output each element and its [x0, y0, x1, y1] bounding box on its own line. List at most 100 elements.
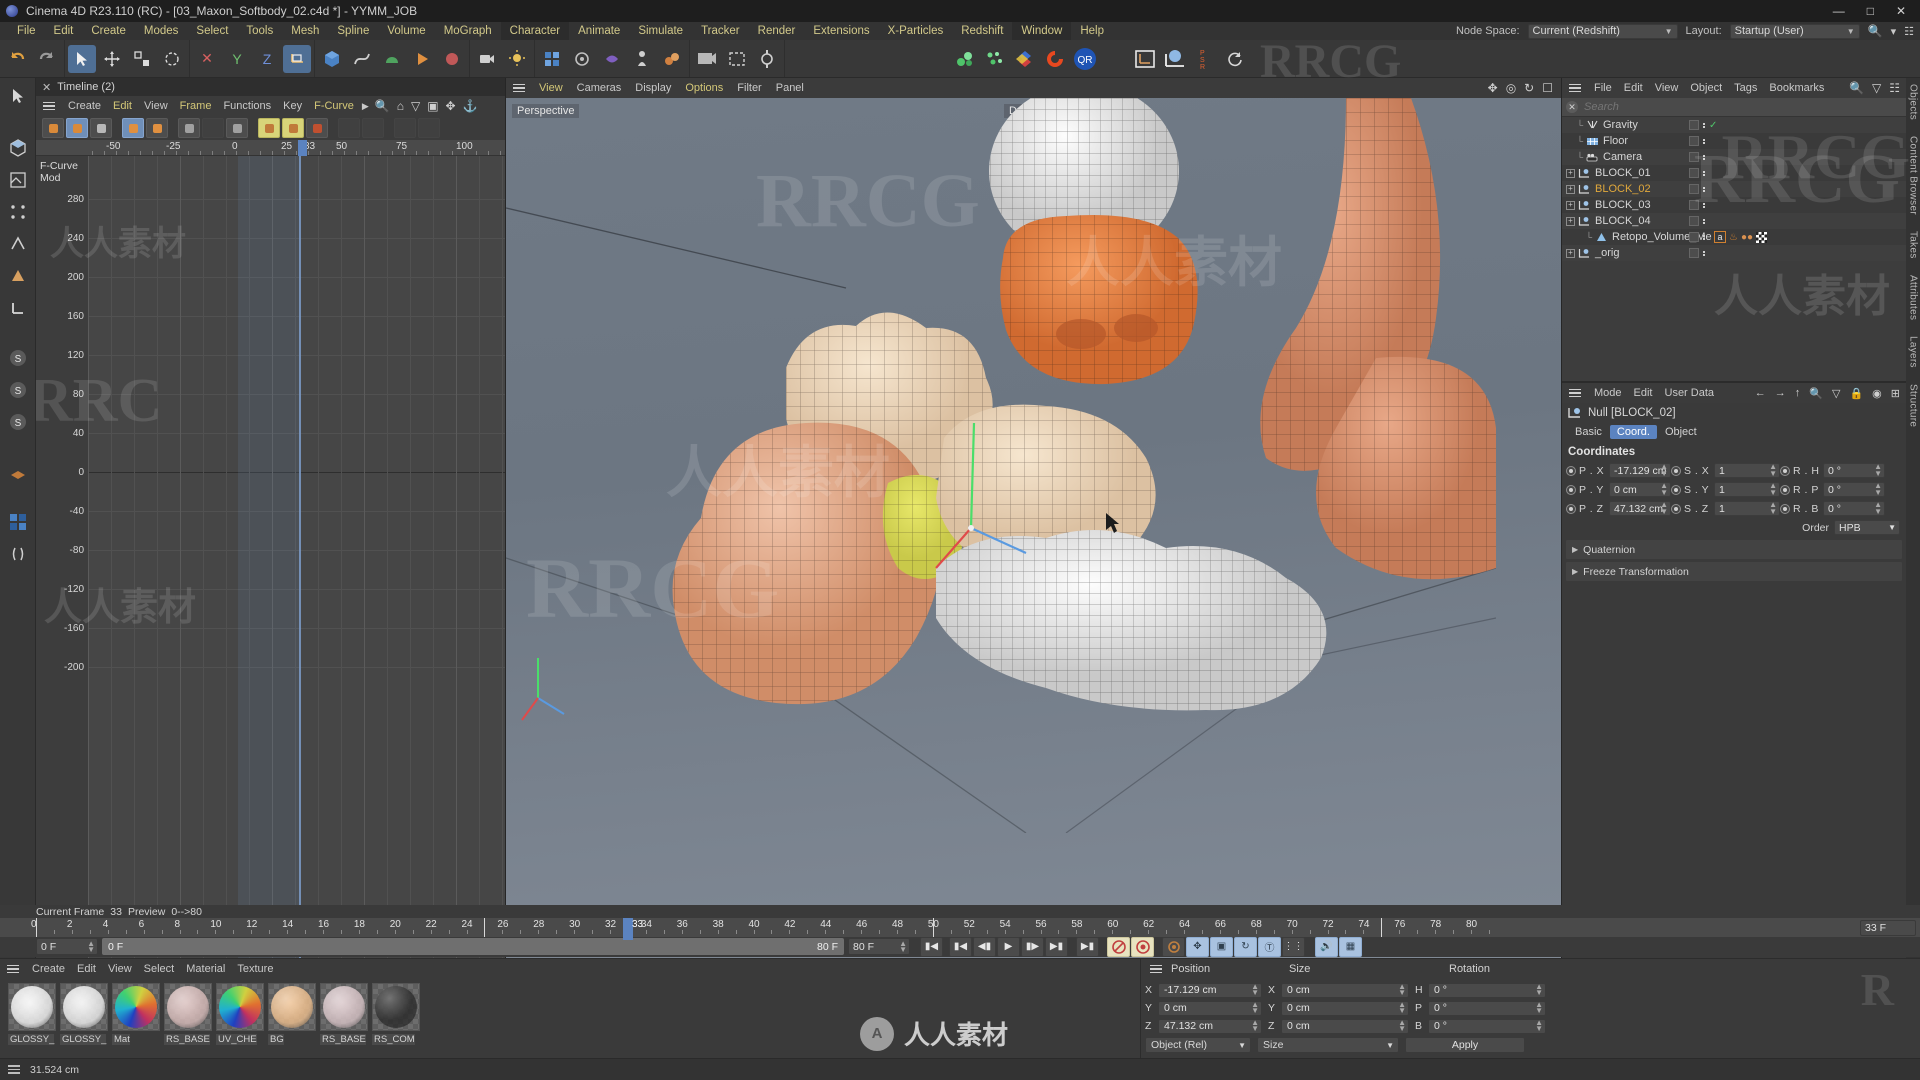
scale-radio[interactable] — [1671, 484, 1681, 495]
object-row[interactable]: + _orig — [1562, 245, 1906, 261]
menu-item-edit[interactable]: Edit — [45, 22, 83, 40]
effector-icon[interactable] — [568, 45, 596, 73]
filter-icon[interactable]: ▽ — [1832, 387, 1840, 400]
tag-slot[interactable] — [1689, 232, 1699, 242]
hamburger-icon[interactable] — [40, 101, 58, 111]
material-thumbnail[interactable] — [8, 983, 56, 1031]
timeline-menu-frame[interactable]: Frame — [174, 96, 218, 116]
object-visibility-dots[interactable]: ✓ — [1689, 120, 1759, 131]
tag-slot[interactable] — [1689, 136, 1699, 146]
enabled-check-icon[interactable]: ✓ — [1709, 120, 1717, 131]
reset-transform-icon[interactable] — [1221, 45, 1249, 73]
spinner-icon[interactable]: ▲ ▼ — [1660, 501, 1668, 515]
main-menu-bar[interactable]: File Edit Create Modes Select Tools Mesh Spline… — [0, 22, 1920, 40]
timeline-menu-icons[interactable]: 🔍 ⌂ ▽ ▣ ✥ ⚓ — [375, 99, 478, 113]
spinner-icon[interactable]: ▲ ▼ — [1874, 501, 1882, 515]
vtab-takes[interactable]: Takes — [1908, 231, 1919, 259]
xparticles-emitter-icon[interactable] — [981, 45, 1009, 73]
object-visibility-dots[interactable] — [1689, 200, 1759, 210]
toolbar-group-coordsys[interactable]: PSR — [1130, 45, 1250, 73]
psr-icon[interactable]: PSR — [1191, 45, 1219, 73]
y-axis-lock-icon[interactable]: Y — [223, 45, 251, 73]
material-list[interactable]: GLOSSY_ GLOSSY_ Mat RS_BASE UV_CHE BG RS_BASE R… — [0, 979, 1140, 1046]
menu-item-help[interactable]: Help — [1071, 22, 1113, 40]
autokeying-button[interactable] — [1131, 936, 1154, 957]
timeline-tabbar[interactable]: ✕ Timeline (2) — [36, 78, 505, 96]
light-icon[interactable] — [503, 45, 531, 73]
target-icon[interactable]: ◉ — [1872, 387, 1882, 400]
freeze-transformation-section[interactable]: ▶ Freeze Transformation — [1566, 562, 1902, 581]
cm-rotation-field[interactable]: 0 ° ▲ ▼ — [1428, 982, 1546, 998]
material-cell[interactable]: RS_BASE — [164, 983, 212, 1046]
play-icon[interactable] — [408, 45, 436, 73]
object-row[interactable]: └ Floor — [1562, 133, 1906, 149]
menu-item-redshift[interactable]: Redshift — [952, 22, 1012, 40]
spinner-icon[interactable]: ▲ ▼ — [1660, 482, 1668, 496]
viewport-menu-panel[interactable]: Panel — [769, 78, 811, 98]
viewport-nav-icons[interactable]: ✥ ◎ ↻ ☐ — [1488, 81, 1553, 95]
field-icon[interactable] — [598, 45, 626, 73]
search-icon[interactable]: 🔍 — [375, 99, 390, 113]
menu-item-modes[interactable]: Modes — [135, 22, 188, 40]
forward-icon[interactable]: → — [1775, 387, 1786, 399]
frame-all-icon[interactable]: ▣ — [427, 99, 438, 113]
hamburger-icon[interactable] — [1566, 83, 1584, 93]
soft-selection-icon[interactable]: S — [4, 376, 32, 404]
object-manager-menu[interactable]: File Edit View Object Tags Bookmarks 🔍 ▽ ☷ — [1562, 78, 1906, 98]
object-row[interactable]: + BLOCK_04 — [1562, 213, 1906, 229]
spinner-icon[interactable]: ▲ ▼ — [1535, 982, 1543, 996]
attribute-tab-basic[interactable]: Basic — [1568, 425, 1609, 439]
add-keys-all-icon[interactable] — [282, 118, 304, 138]
material-cell[interactable]: UV_CHE — [216, 983, 264, 1046]
clear-search-icon[interactable]: ✕ — [1566, 101, 1578, 113]
auto-key-icon[interactable] — [146, 118, 168, 138]
move-icon[interactable]: ✥ — [446, 99, 456, 113]
live-selection-icon[interactable] — [68, 44, 96, 73]
material-tag-icon[interactable]: ●● — [1741, 232, 1753, 243]
toolbar-group-mograph[interactable] — [535, 40, 690, 77]
lock-icon[interactable]: 🔒 — [1849, 387, 1863, 400]
object-menu-file[interactable]: File — [1588, 78, 1618, 98]
render-view-icon[interactable] — [693, 45, 721, 73]
search-icon[interactable]: 🔍 — [1849, 81, 1864, 95]
menu-item-mograph[interactable]: MoGraph — [435, 22, 501, 40]
workplane-icon[interactable] — [4, 458, 32, 486]
scale-radio[interactable] — [1671, 465, 1681, 476]
menu-item-render[interactable]: Render — [749, 22, 805, 40]
coordinate-buttons[interactable]: Object (Rel) ▼ Size ▼ Apply — [1141, 1037, 1920, 1053]
sound-button[interactable]: 🔊 — [1315, 936, 1338, 957]
toolbar-group-select[interactable] — [65, 40, 190, 77]
rotation-radio[interactable] — [1780, 484, 1790, 495]
object-axis-icon[interactable] — [1131, 45, 1159, 73]
material-menu-material[interactable]: Material — [180, 959, 231, 979]
material-thumbnail[interactable] — [372, 983, 420, 1031]
coordinates-grid[interactable]: P . X -17.129 cm ▲ ▼ S . X 1 ▲ ▼ R . H0 ° ▲ ▼ P . Y… — [1562, 461, 1906, 518]
viewport-menu-view[interactable]: View — [532, 78, 570, 98]
object-row[interactable]: + BLOCK_01 — [1562, 165, 1906, 181]
motion-clip-icon[interactable] — [90, 118, 112, 138]
object-menu-edit[interactable]: Edit — [1618, 78, 1649, 98]
expand-toggle-icon[interactable]: + — [1566, 184, 1575, 194]
snap-icon[interactable]: S — [4, 408, 32, 436]
up-icon[interactable]: ↑ — [1795, 387, 1801, 399]
menu-right-controls[interactable]: Node Space: Current (Redshift) ▼ Layout:… — [1456, 22, 1914, 40]
visibility-dots-icon[interactable] — [1703, 186, 1705, 192]
menu-item-select[interactable]: Select — [187, 22, 237, 40]
spinner-icon[interactable]: ▲ ▼ — [1398, 1000, 1406, 1014]
material-menu-create[interactable]: Create — [26, 959, 71, 979]
z-axis-lock-icon[interactable]: Z — [253, 45, 281, 73]
menu-item-simulate[interactable]: Simulate — [629, 22, 692, 40]
toolbar-group-undo[interactable] — [0, 40, 65, 77]
viewport-menu-display[interactable]: Display — [628, 78, 678, 98]
end-frame-field[interactable]: 80 F ▲ ▼ — [848, 938, 910, 956]
spinner-icon[interactable]: ▲ ▼ — [1535, 1018, 1543, 1032]
polygons-mode-icon[interactable] — [4, 262, 32, 290]
material-cell[interactable]: RS_COM — [372, 983, 420, 1046]
spinner-icon[interactable]: ▲ ▼ — [1398, 982, 1406, 996]
edges-mode-icon[interactable] — [4, 230, 32, 258]
layout-select[interactable]: Startup (User) ▼ — [1729, 23, 1860, 39]
key-value-right-icon[interactable] — [362, 118, 384, 138]
zoom-keys-icon[interactable] — [178, 118, 200, 138]
visibility-dots-icon[interactable] — [1703, 122, 1705, 128]
redshift-material-icon[interactable] — [1011, 45, 1039, 73]
